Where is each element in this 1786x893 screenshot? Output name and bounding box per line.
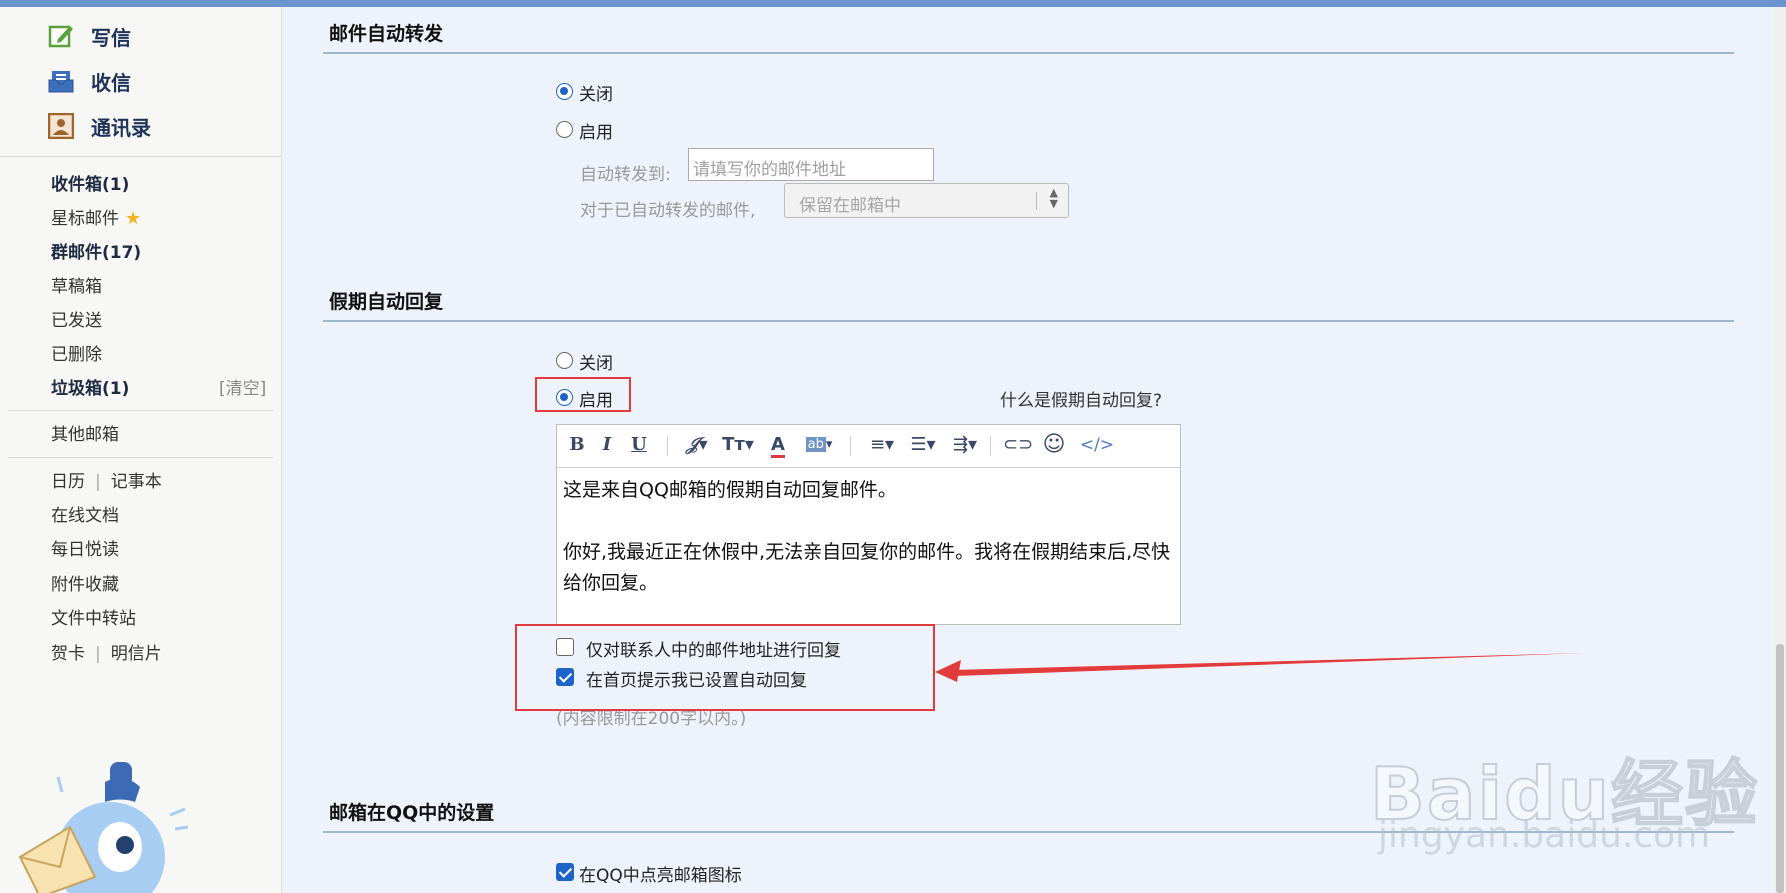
docs-link[interactable]: 在线文档 xyxy=(51,501,119,526)
font-color-icon[interactable]: A xyxy=(764,433,792,458)
toolbar-separator xyxy=(850,436,851,456)
compose-label: 写信 xyxy=(91,26,131,50)
transfer-link[interactable]: 文件中转站 xyxy=(51,604,136,629)
section-title-qq: 邮箱在QQ中的设置 xyxy=(329,802,495,824)
separator: | xyxy=(95,472,101,492)
divider xyxy=(8,457,273,458)
underline-icon[interactable]: U xyxy=(629,433,649,457)
reading-link[interactable]: 每日悦读 xyxy=(51,535,119,560)
emoji-icon[interactable]: ☺ xyxy=(1041,433,1067,457)
folder-drafts[interactable]: 草稿箱 xyxy=(51,272,102,297)
postcards-link[interactable]: 明信片 xyxy=(111,644,162,664)
source-code-icon[interactable]: </> xyxy=(1077,433,1117,457)
folder-starred[interactable]: 星标邮件 ★ xyxy=(51,204,141,229)
align-icon[interactable]: ≡▾ xyxy=(867,433,897,457)
toolbar-separator xyxy=(667,436,668,456)
receive-label: 收信 xyxy=(91,71,131,95)
toolbar-separator xyxy=(990,436,991,456)
forwarding-off-label: 关闭 xyxy=(579,85,613,105)
section-divider xyxy=(323,320,1734,322)
message-line-1: 这是来自QQ邮箱的假期自动回复邮件。 xyxy=(563,479,897,501)
star-icon: ★ xyxy=(125,208,142,229)
compose-icon xyxy=(48,25,73,48)
sidebar: 写信 收信 通讯录 收件箱(1) 星标邮件 ★ 群邮件(17) 草稿箱 已发送 已… xyxy=(0,7,282,893)
tools-row-calendar: 日历 | 记事本 xyxy=(51,467,162,492)
folder-sent[interactable]: 已发送 xyxy=(51,306,102,331)
select-divider xyxy=(1036,192,1037,210)
scrollbar[interactable] xyxy=(1774,7,1786,893)
tools-row-cards: 贺卡 | 明信片 xyxy=(51,639,162,664)
inbox-tray-icon xyxy=(48,71,74,93)
baidu-watermark: Baidu经验 jingyan.baidu.com xyxy=(1369,735,1759,856)
highlight-box-options xyxy=(515,624,935,711)
vacation-off-radio[interactable] xyxy=(556,352,573,369)
font-size-icon[interactable]: Tт▾ xyxy=(722,433,754,457)
vacation-help-link[interactable]: 什么是假期自动回复? xyxy=(1000,386,1162,411)
vacation-off-label: 关闭 xyxy=(579,354,613,374)
folder-spam[interactable]: 垃圾箱(1) xyxy=(51,374,129,399)
forwarding-off-radio[interactable] xyxy=(556,83,573,100)
bold-icon[interactable]: B xyxy=(567,433,587,457)
forward-address-input[interactable]: 请填写你的邮件地址 xyxy=(688,148,934,181)
after-forward-select[interactable]: 保留在邮箱中 ▲ ▼ xyxy=(784,183,1069,218)
folder-inbox[interactable]: 收件箱(1) xyxy=(51,170,129,195)
after-forward-label: 对于已自动转发的邮件, xyxy=(580,201,756,221)
forwarding-on-radio[interactable] xyxy=(556,121,573,138)
top-accent-bar xyxy=(0,0,1786,7)
clear-spam-link[interactable]: [清空] xyxy=(219,374,266,399)
link-icon[interactable]: ⊂⊃ xyxy=(1003,433,1033,457)
message-line-2: 你好,我最近正在休假中,无法亲自回复你的邮件。我将在假期结束后,尽快给你回复。 xyxy=(563,541,1171,594)
scrollbar-thumb[interactable] xyxy=(1776,644,1784,893)
contacts-label: 通讯录 xyxy=(91,116,151,140)
highlight-color-icon[interactable]: ab ▾ xyxy=(802,433,836,457)
divider xyxy=(8,410,273,411)
list-icon[interactable]: ☰▾ xyxy=(907,433,939,457)
qq-light-icon-label: 在QQ中点亮邮箱图标 xyxy=(579,866,742,886)
section-title-forwarding: 邮件自动转发 xyxy=(329,23,444,45)
folder-starred-label: 星标邮件 xyxy=(51,209,119,229)
folder-group[interactable]: 群邮件(17) xyxy=(51,238,141,263)
folder-deleted[interactable]: 已删除 xyxy=(51,340,102,365)
section-title-vacation: 假期自动回复 xyxy=(329,291,444,313)
section-divider xyxy=(323,52,1734,54)
folder-other[interactable]: 其他邮箱 xyxy=(51,420,119,445)
editor-content[interactable]: 这是来自QQ邮箱的假期自动回复邮件。 你好,我最近正在休假中,无法亲自回复你的邮… xyxy=(563,475,1173,630)
mascot-illustration xyxy=(18,762,189,893)
forwarding-on-label: 启用 xyxy=(579,123,613,143)
forward-to-label: 自动转发到: xyxy=(580,165,671,185)
reply-editor: B I U 𝒥▾ Tт▾ A ab ▾ ≡▾ ☰▾ ⇶▾ ⊂⊃ ☺ </> 这是来… xyxy=(556,424,1181,625)
contacts-icon xyxy=(48,113,74,139)
attachments-link[interactable]: 附件收藏 xyxy=(51,570,119,595)
qq-light-icon-checkbox[interactable] xyxy=(556,863,574,881)
calendar-link[interactable]: 日历 xyxy=(51,472,85,492)
watermark-url: jingyan.baidu.com xyxy=(1378,815,1711,856)
font-family-icon[interactable]: 𝒥▾ xyxy=(682,433,712,457)
italic-icon[interactable]: I xyxy=(597,433,617,457)
indent-icon[interactable]: ⇶▾ xyxy=(949,433,981,457)
separator: | xyxy=(95,644,101,664)
highlight-box-enable xyxy=(535,377,631,412)
annotation-arrow xyxy=(935,653,1585,682)
editor-toolbar: B I U 𝒥▾ Tт▾ A ab ▾ ≡▾ ☰▾ ⇶▾ ⊂⊃ ☺ </> xyxy=(557,425,1180,468)
after-forward-value: 保留在邮箱中 xyxy=(799,196,901,216)
cards-link[interactable]: 贺卡 xyxy=(51,644,85,664)
select-arrows-icon: ▲ ▼ xyxy=(1049,186,1058,210)
divider xyxy=(0,156,281,157)
notepad-link[interactable]: 记事本 xyxy=(111,472,162,492)
